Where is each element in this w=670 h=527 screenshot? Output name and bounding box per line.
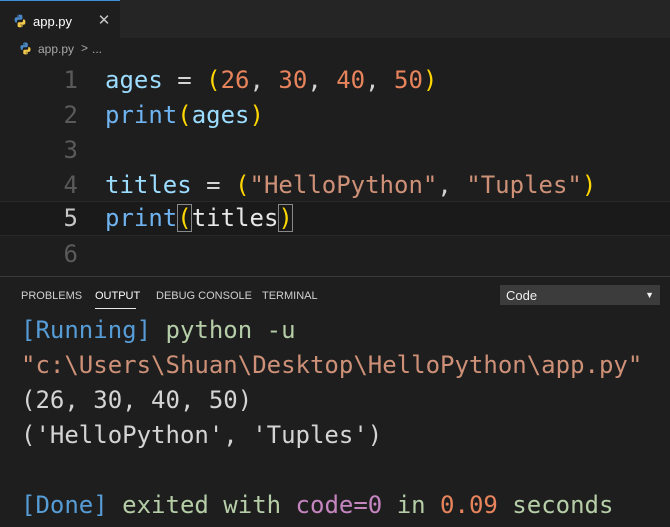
code-token: ) <box>422 66 438 94</box>
breadcrumb-separator: > <box>81 41 89 55</box>
output-token: code=0 <box>295 491 383 519</box>
bottom-panel: PROBLEMS OUTPUT DEBUG CONSOLE TERMINAL C… <box>0 276 670 527</box>
code-token: , <box>437 171 467 199</box>
python-file-icon <box>14 14 26 28</box>
output-token: "c:\Users\Shuan\Desktop\HelloPython\app.… <box>21 351 643 379</box>
code-token: ) <box>581 171 597 199</box>
code-token: ( <box>235 171 250 199</box>
code-token: "HelloPython" <box>249 171 438 199</box>
output-token: seconds <box>497 491 614 519</box>
tab-output[interactable]: OUTPUT <box>95 289 140 303</box>
output-channel-select[interactable]: Code ▼ <box>500 285 660 305</box>
code-token: print <box>105 204 178 232</box>
close-icon[interactable]: ✕ <box>96 12 112 30</box>
output-token: 0.09 <box>440 491 498 519</box>
code-token: ( <box>177 204 192 232</box>
code-token: titles <box>105 171 192 199</box>
code-text[interactable]: print(titles) <box>105 202 293 235</box>
output-token: [Done] <box>21 491 108 519</box>
code-token: ( <box>206 66 221 94</box>
output-token: in <box>382 491 441 519</box>
output-line: ('HelloPython', 'Tuples') <box>21 418 382 453</box>
code-token: ages <box>191 101 250 129</box>
code-token: 26 <box>220 66 250 94</box>
code-token: , <box>249 66 279 94</box>
output-token: exited with <box>107 491 296 519</box>
code-text[interactable]: ages = (26, 30, 40, 50) <box>105 63 437 98</box>
code-text[interactable]: print(ages) <box>105 98 264 133</box>
line-number: 3 <box>63 136 78 164</box>
line-number: 2 <box>63 101 78 129</box>
code-token: 30 <box>278 66 308 94</box>
breadcrumb-symbols[interactable]: ... <box>92 42 102 56</box>
line-number: 5 <box>63 204 78 232</box>
code-line[interactable]: 6 <box>0 237 670 272</box>
code-line[interactable]: 1 ages = (26, 30, 40, 50) <box>0 63 670 98</box>
output-token: (26, 30, 40, 50) <box>21 386 253 414</box>
editor-tab-bar: app.py ✕ <box>0 0 670 38</box>
code-token: ) <box>278 204 293 232</box>
code-token: ( <box>177 101 192 129</box>
code-line[interactable]: 2 print(ages) <box>0 98 670 133</box>
code-token: ages <box>105 66 163 94</box>
chevron-down-icon: ▼ <box>645 290 654 300</box>
output-token: python -u <box>151 316 296 344</box>
output-token: [Running] <box>21 316 152 344</box>
tab-label: app.py <box>33 14 73 29</box>
output-token: ('HelloPython', 'Tuples') <box>21 421 383 449</box>
code-line[interactable]: 4 titles = ("HelloPython", "Tuples") <box>0 168 670 203</box>
code-token: = <box>162 66 207 94</box>
active-tab-indicator <box>95 308 136 309</box>
python-file-icon <box>20 42 31 55</box>
output-line: (26, 30, 40, 50) <box>21 383 252 418</box>
code-line[interactable]: 3 <box>0 133 670 168</box>
code-token: , <box>365 66 395 94</box>
code-token: , <box>307 66 337 94</box>
code-token: print <box>105 101 178 129</box>
code-editor[interactable]: 1 ages = (26, 30, 40, 50) 2 print(ages) … <box>0 60 670 276</box>
code-token: 50 <box>394 66 423 94</box>
line-number: 6 <box>63 240 78 268</box>
code-token: ) <box>249 101 264 129</box>
code-token: titles <box>191 204 279 232</box>
code-text[interactable]: titles = ("HelloPython", "Tuples") <box>105 168 596 203</box>
line-number: 1 <box>63 66 78 94</box>
line-number: 4 <box>63 171 78 199</box>
breadcrumb-file[interactable]: app.py <box>38 42 74 56</box>
tab-problems[interactable]: PROBLEMS <box>21 289 82 303</box>
code-token: "Tuples" <box>466 171 582 199</box>
output-line: [Running] python -u <box>21 313 296 348</box>
tab-app-py[interactable]: app.py ✕ <box>0 0 120 38</box>
code-token: = <box>191 171 236 199</box>
tab-debug-console[interactable]: DEBUG CONSOLE <box>156 289 252 303</box>
code-line-current[interactable]: 5 print(titles) <box>0 201 670 236</box>
output-line: "c:\Users\Shuan\Desktop\HelloPython\app.… <box>21 348 642 383</box>
output-line: [Done] exited with code=0 in 0.09 second… <box>21 488 613 523</box>
tab-terminal[interactable]: TERMINAL <box>262 289 318 303</box>
code-token: 40 <box>336 66 366 94</box>
output-channel-value: Code <box>506 288 538 303</box>
breadcrumb: app.py > ... <box>0 38 670 60</box>
